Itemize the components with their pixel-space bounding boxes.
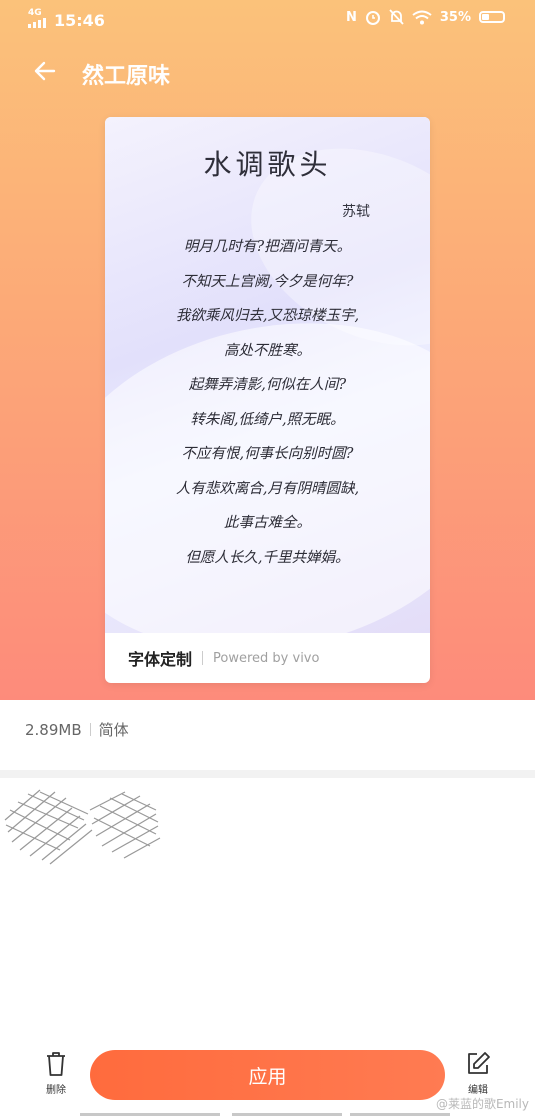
redacted-scribble xyxy=(4,789,161,865)
poem-line: 但愿人长久,千里共婵娟。 xyxy=(185,549,350,566)
poem-line: 此事古难全。 xyxy=(224,515,311,531)
poem-line: 不应有恨,何事长向别时圆? xyxy=(181,446,354,462)
font-info: 2.89MB 简体 xyxy=(25,719,129,740)
poem-author: 苏轼 xyxy=(342,204,370,220)
mute-icon xyxy=(389,9,404,25)
home-indicator xyxy=(0,1113,535,1117)
poem-line: 不知天上宫阙,今夕是何年? xyxy=(181,273,354,290)
status-bar: 4G 15:46 N 35% xyxy=(0,0,535,38)
font-variant: 简体 xyxy=(98,721,129,739)
poem-line: 转朱阁,低绮户,照无眠。 xyxy=(190,411,345,428)
wifi-icon xyxy=(412,10,432,24)
poem-lines: 明月几时有?把酒问青天。 不知天上宫阙,今夕是何年? 我欲乘风归去,又恐琼楼玉宇… xyxy=(105,230,430,575)
alarm-icon xyxy=(365,11,380,25)
delete-button[interactable]: 删除 xyxy=(31,1051,81,1096)
app-bar: 然工原味 xyxy=(0,50,535,94)
delete-label: 删除 xyxy=(46,1085,66,1096)
battery-percent: 35% xyxy=(439,9,471,25)
section-divider xyxy=(0,770,535,778)
apply-button[interactable]: 应用 xyxy=(90,1050,445,1100)
font-preview-card: 水调歌头 苏轼 明月几时有?把酒问青天。 不知天上宫阙,今夕是何年? 我欲乘风归… xyxy=(105,117,430,683)
clock: 15:46 xyxy=(54,10,105,30)
poem-line: 我欲乘风归去,又恐琼楼玉宇, xyxy=(175,308,360,324)
watermark: @莱蓝的歌Emily xyxy=(435,1097,529,1111)
back-arrow-icon[interactable] xyxy=(30,56,60,86)
card-footer: 字体定制 Powered by vivo xyxy=(105,633,430,683)
file-size: 2.89MB xyxy=(25,720,82,739)
brand-label: 字体定制 xyxy=(128,650,193,669)
page-title: 然工原味 xyxy=(82,64,171,89)
edit-button[interactable]: 编辑 xyxy=(453,1051,503,1096)
font-preview-image: 水调歌头 苏轼 明月几时有?把酒问青天。 不知天上宫阙,今夕是何年? 我欲乘风归… xyxy=(105,117,430,633)
poem-line: 人有悲欢离合,月有阴晴圆缺, xyxy=(175,480,360,497)
battery-icon xyxy=(479,11,505,23)
powered-by-label: Powered by vivo xyxy=(213,650,320,666)
edit-icon xyxy=(468,1052,490,1074)
poem-line: 明月几时有?把酒问青天。 xyxy=(183,239,352,255)
signal-icon: 4G xyxy=(28,9,50,31)
poem-line: 起舞弄清影,何似在人间? xyxy=(188,377,347,393)
poem-line: 高处不胜寒。 xyxy=(224,342,311,359)
divider xyxy=(202,651,204,665)
trash-icon xyxy=(47,1052,65,1076)
divider xyxy=(89,723,91,736)
poem-title: 水调歌头 xyxy=(203,148,332,181)
nfc-icon: N xyxy=(345,9,357,25)
